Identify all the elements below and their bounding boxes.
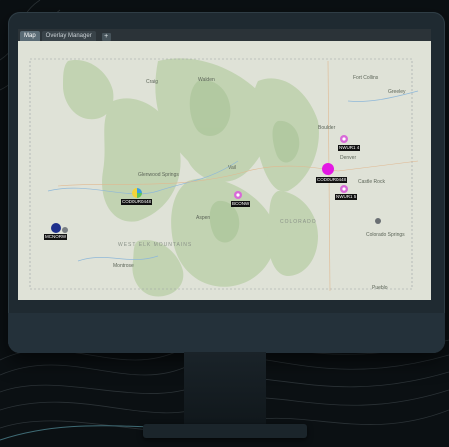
map-view[interactable]: Fort Collins Greeley Boulder Denver Cast… [18, 41, 431, 300]
tab-overlay-manager[interactable]: Overlay Manager [41, 31, 96, 41]
monitor-chin [8, 313, 445, 353]
add-tab-button[interactable]: + [101, 33, 111, 41]
place-label: Colorado Springs [366, 232, 405, 238]
place-label: Pueblo [372, 285, 388, 291]
site-label: NWUR1 5 [335, 194, 358, 200]
tab-map[interactable]: Map [20, 31, 40, 41]
basemap: Fort Collins Greeley Boulder Denver Cast… [18, 41, 431, 300]
place-label: Denver [340, 155, 356, 161]
site-label: MCNORW [44, 234, 68, 240]
site-marker-cod0ur0448-pie[interactable] [132, 188, 142, 198]
site-label: COD0UR0448 [316, 177, 348, 183]
region-label: WEST ELK MOUNTAINS [118, 242, 192, 248]
app-screen: Map Overlay Manager + Fort Collins Greel… [18, 29, 431, 300]
place-label: Craig [146, 79, 158, 85]
site-marker-bconw[interactable] [234, 191, 242, 199]
place-label: Castle Rock [358, 179, 385, 185]
monitor-stand [184, 352, 266, 428]
site-marker-nwur1-5[interactable] [340, 185, 348, 193]
place-label: Walden [198, 77, 215, 83]
monitor-base [143, 424, 307, 438]
place-label: Fort Collins [353, 75, 379, 81]
site-label: NWUR1 4 [338, 145, 361, 151]
place-label: Greeley [388, 89, 406, 95]
place-label: Montrose [113, 263, 134, 269]
place-label: Glenwood Springs [138, 172, 179, 178]
site-marker-nwur1-4[interactable] [340, 135, 348, 143]
site-label: BCONW [231, 201, 251, 207]
place-label: Aspen [196, 215, 210, 221]
site-marker-cod0ur0448-large[interactable] [322, 163, 334, 175]
region-label: COLORADO [280, 219, 317, 225]
place-label: Vail [228, 165, 236, 171]
tab-bar: Map Overlay Manager + [18, 29, 431, 41]
site-label: COD0UR0448 [121, 199, 153, 205]
site-marker-gray[interactable] [375, 218, 381, 224]
place-label: Boulder [318, 125, 336, 131]
